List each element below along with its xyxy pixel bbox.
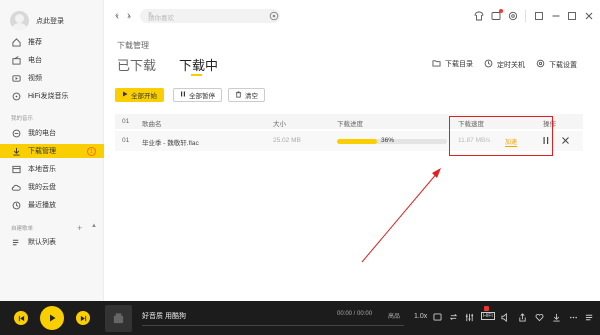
- annotation-arrow: [361, 168, 441, 263]
- album-cover[interactable]: [105, 305, 132, 332]
- player-bar: 好音质 用酷狗 00:00 / 00:00 高品 1.0x HiFi: [0, 301, 600, 335]
- more-icon[interactable]: [569, 313, 578, 324]
- playlist-queue-icon[interactable]: [585, 313, 594, 324]
- song-title: 好音质 用酷狗: [142, 313, 186, 320]
- equalizer-icon[interactable]: [465, 313, 474, 324]
- speed-control[interactable]: 1.0x: [414, 313, 427, 320]
- kugou-logo-icon: [113, 313, 124, 324]
- previous-button[interactable]: [14, 311, 28, 325]
- next-button[interactable]: [76, 311, 90, 325]
- hifi-badge[interactable]: HiFi: [481, 312, 495, 320]
- play-icon: [50, 314, 56, 322]
- hifi-new-dot: [484, 306, 489, 311]
- play-button[interactable]: [40, 306, 64, 330]
- playback-progress[interactable]: [142, 325, 404, 326]
- loop-icon[interactable]: [449, 313, 458, 323]
- quality-label[interactable]: 高品: [388, 311, 400, 320]
- next-icon: [80, 315, 86, 321]
- like-icon[interactable]: [535, 313, 544, 324]
- mv-icon[interactable]: [433, 313, 442, 323]
- share-icon[interactable]: [518, 313, 527, 324]
- previous-icon: [18, 315, 24, 321]
- play-time: 00:00 / 00:00: [337, 311, 373, 317]
- download-icon[interactable]: [552, 313, 561, 324]
- volume-icon[interactable]: [501, 312, 510, 324]
